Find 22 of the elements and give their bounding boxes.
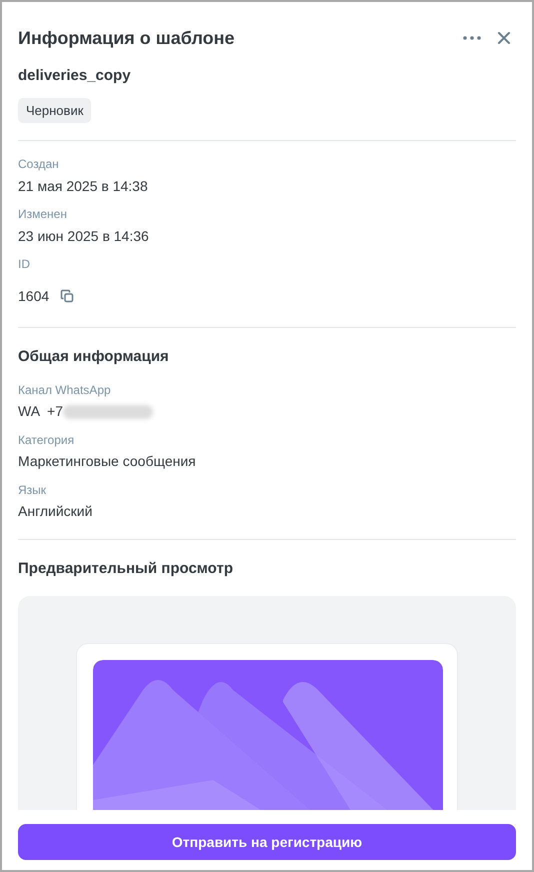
field-label: ID	[18, 256, 31, 273]
field-value: 23 июн 2025 в 14:36	[18, 226, 149, 246]
field-value: 1604	[18, 286, 50, 306]
field-label: Создан	[18, 156, 60, 173]
section-heading: Общая информация	[18, 347, 170, 367]
close-icon	[498, 32, 510, 44]
copy-button[interactable]	[59, 288, 76, 304]
field-label: Язык	[18, 482, 48, 498]
copy-icon	[60, 289, 74, 303]
field-value: 21 мая 2025 в 14:38	[18, 176, 148, 196]
field-value: WA +7	[18, 402, 64, 421]
field-label: Канал WhatsApp	[18, 382, 112, 398]
submit-button[interactable]: Отправить на регистрацию	[18, 824, 516, 860]
panel-title: Информация о шаблоне	[18, 26, 236, 50]
template-name: deliveries_copy	[18, 66, 132, 86]
section-heading: Предварительный просмотр	[18, 558, 234, 578]
more-icon	[463, 36, 481, 40]
field-label: Категория	[18, 432, 76, 448]
field-value: Маркетинговые сообщения	[18, 452, 196, 471]
field-value: Английский	[18, 502, 92, 521]
status-badge: Черновик	[18, 98, 92, 123]
field-label: Изменен	[18, 206, 68, 223]
